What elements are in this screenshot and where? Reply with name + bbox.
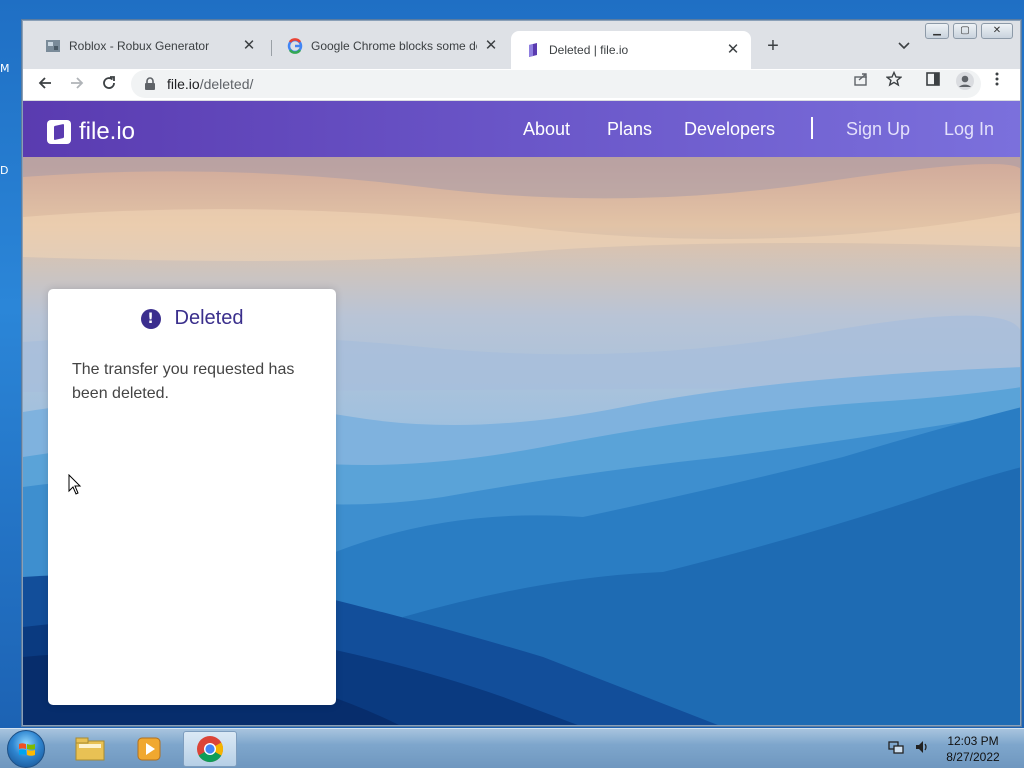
close-icon[interactable]: ✕ — [725, 42, 741, 58]
page-viewport: file.io About Plans Developers Sign Up L… — [23, 101, 1020, 725]
taskbar: 12:03 PM 8/27/2022 — [0, 728, 1024, 768]
bookmark-button[interactable] — [882, 70, 906, 95]
clock-date: 8/27/2022 — [946, 750, 1000, 764]
avatar-icon — [956, 72, 974, 90]
tab-roblox[interactable]: Roblox - Robux Generator ✕ — [31, 31, 267, 61]
taskbar-chrome[interactable] — [183, 731, 237, 767]
start-button[interactable] — [7, 730, 45, 768]
volume-icon[interactable] — [914, 739, 930, 755]
tab-title: Roblox - Robux Generator — [69, 39, 210, 53]
nav-log-in[interactable]: Log In — [944, 119, 994, 140]
chrome-icon — [197, 736, 224, 763]
url-path: /deleted/ — [199, 76, 254, 92]
reload-button[interactable] — [97, 73, 121, 97]
card-message: The transfer you requested has been dele… — [72, 361, 295, 402]
tab-search-button[interactable] — [894, 36, 914, 56]
arrow-left-icon — [38, 77, 51, 89]
taskbar-media-player[interactable] — [123, 731, 177, 767]
desktop-icon-label: M — [0, 62, 10, 75]
side-panel-icon — [926, 72, 940, 86]
site-header: file.io About Plans Developers Sign Up L… — [23, 101, 1020, 157]
tab-google-chrome[interactable]: Google Chrome blocks some dov ✕ — [273, 31, 509, 61]
star-icon — [885, 70, 903, 87]
reload-icon — [103, 76, 115, 89]
back-button[interactable] — [33, 73, 57, 97]
deleted-message-card: ! Deleted The transfer you requested has… — [48, 289, 336, 705]
kebab-menu-icon — [995, 72, 999, 86]
nav-sign-up[interactable]: Sign Up — [846, 119, 910, 140]
card-header: ! Deleted — [72, 307, 312, 330]
windows-logo-icon — [19, 743, 35, 756]
tab-divider — [271, 40, 272, 56]
tab-strip: Roblox - Robux Generator ✕ Google Chrome… — [23, 21, 1020, 69]
network-icon[interactable] — [888, 739, 904, 755]
google-favicon-icon — [287, 38, 303, 54]
nav-divider — [811, 117, 813, 139]
chevron-down-icon — [898, 42, 910, 50]
tab-title: Google Chrome blocks some dov — [311, 39, 477, 53]
browser-toolbar: file.io/deleted/ — [23, 69, 1020, 101]
minimize-button[interactable]: ▁ — [925, 23, 949, 39]
desktop-icon-label: D — [0, 164, 9, 177]
profile-button[interactable] — [953, 71, 977, 95]
arrow-right-icon — [71, 77, 84, 89]
forward-button[interactable] — [65, 73, 89, 97]
fileio-favicon-icon — [525, 42, 541, 58]
logo-text: file.io — [79, 118, 136, 145]
close-window-button[interactable]: ✕ — [981, 23, 1013, 39]
side-panel-button[interactable] — [921, 71, 945, 95]
taskbar-clock[interactable]: 12:03 PM 8/27/2022 — [938, 733, 1008, 765]
nav-developers[interactable]: Developers — [684, 119, 775, 140]
nav-plans[interactable]: Plans — [607, 119, 652, 140]
taskbar-file-explorer[interactable] — [63, 731, 117, 767]
nav-about[interactable]: About — [523, 119, 570, 140]
clock-time: 12:03 PM — [947, 734, 999, 748]
maximize-button[interactable]: ▢ — [953, 23, 977, 39]
mountain-background: ! Deleted The transfer you requested has… — [23, 157, 1020, 725]
share-icon — [854, 73, 867, 86]
close-icon[interactable]: ✕ — [241, 38, 257, 54]
card-title: Deleted — [174, 307, 244, 329]
mouse-cursor-icon — [68, 474, 82, 495]
url-host: file.io — [167, 76, 200, 92]
media-player-icon — [137, 737, 161, 761]
new-tab-button[interactable]: + — [761, 35, 785, 59]
roblox-favicon-icon — [45, 38, 61, 54]
fileio-logo-icon — [47, 120, 71, 144]
close-icon[interactable]: ✕ — [483, 38, 499, 54]
file-explorer-icon — [75, 737, 105, 761]
site-logo[interactable]: file.io — [47, 118, 135, 146]
share-button[interactable] — [849, 71, 873, 95]
system-tray — [888, 739, 930, 758]
tab-file-io[interactable]: Deleted | file.io ✕ — [511, 31, 751, 69]
menu-button[interactable] — [985, 71, 1009, 95]
lock-icon — [145, 77, 155, 90]
alert-icon: ! — [140, 308, 161, 329]
tab-title: Deleted | file.io — [549, 43, 629, 57]
browser-window: Roblox - Robux Generator ✕ Google Chrome… — [22, 20, 1021, 726]
